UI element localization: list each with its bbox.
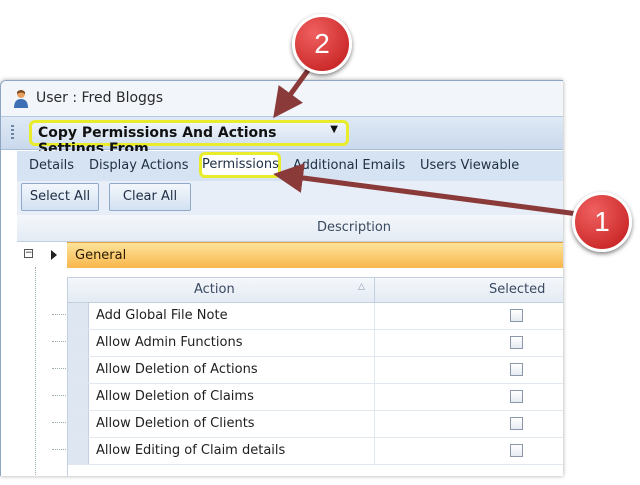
window-title: User : Fred Bloggs bbox=[36, 90, 164, 106]
group-bar: General bbox=[67, 242, 563, 268]
selected-checkbox[interactable] bbox=[510, 309, 523, 322]
toolbar-grip[interactable] bbox=[11, 125, 14, 141]
action-name: Allow Deletion of Actions bbox=[96, 362, 258, 377]
user-window: User : Fred Bloggs Copy Permissions And … bbox=[0, 80, 563, 476]
tree-branch bbox=[52, 395, 66, 396]
selected-checkbox[interactable] bbox=[510, 363, 523, 376]
column-divider bbox=[374, 411, 375, 437]
group-row-general[interactable]: − General bbox=[17, 242, 563, 268]
copy-settings-dropdown[interactable]: Copy Permissions And Actions Settings Fr… bbox=[29, 120, 349, 157]
description-column-header[interactable]: Description bbox=[17, 215, 563, 242]
row-indicator[interactable] bbox=[68, 411, 89, 437]
collapse-icon[interactable]: − bbox=[24, 249, 33, 258]
clear-all-button[interactable]: Clear All bbox=[109, 183, 191, 211]
action-name: Add Global File Note bbox=[96, 308, 228, 323]
annotation-marker-1: 1 bbox=[572, 192, 632, 252]
actions-grid: Action △ Selected Add Global File Note Al… bbox=[67, 277, 563, 476]
selected-checkbox[interactable] bbox=[510, 336, 523, 349]
table-row[interactable]: Allow Admin Functions bbox=[68, 330, 563, 357]
description-header-label: Description bbox=[317, 220, 392, 235]
tree-branch bbox=[52, 368, 66, 369]
column-divider bbox=[374, 330, 375, 356]
tree-branch bbox=[52, 314, 66, 315]
selected-checkbox[interactable] bbox=[510, 417, 523, 430]
tab-users-viewable[interactable]: Users Viewable bbox=[420, 158, 519, 173]
tab-permissions[interactable]: Permissions bbox=[199, 152, 281, 178]
action-name: Allow Admin Functions bbox=[96, 335, 243, 350]
chevron-down-icon: ▼ bbox=[330, 124, 338, 135]
column-divider bbox=[374, 357, 375, 383]
sort-ascending-icon: △ bbox=[358, 282, 365, 292]
tab-details[interactable]: Details bbox=[29, 158, 74, 173]
selected-checkbox[interactable] bbox=[510, 390, 523, 403]
column-divider bbox=[374, 384, 375, 410]
user-icon bbox=[14, 90, 28, 108]
column-divider bbox=[374, 438, 375, 464]
table-row[interactable]: Allow Deletion of Claims bbox=[68, 384, 563, 411]
actions-grid-header: Action △ Selected bbox=[68, 278, 563, 303]
row-indicator-icon bbox=[51, 250, 57, 260]
action-name: Allow Deletion of Claims bbox=[96, 389, 254, 404]
select-all-button[interactable]: Select All bbox=[21, 183, 99, 211]
row-indicator[interactable] bbox=[68, 357, 89, 383]
tab-additional-emails[interactable]: Additional Emails bbox=[293, 158, 405, 173]
table-row[interactable]: Add Global File Note bbox=[68, 303, 563, 330]
action-column-header[interactable]: Action bbox=[194, 282, 235, 297]
toolbar: Copy Permissions And Actions Settings Fr… bbox=[1, 116, 563, 157]
row-indicator[interactable] bbox=[68, 330, 89, 356]
table-row[interactable]: Allow Editing of Claim details bbox=[68, 438, 563, 465]
tree-branch bbox=[52, 449, 66, 450]
column-divider bbox=[374, 278, 375, 302]
title-bar: User : Fred Bloggs bbox=[1, 81, 563, 116]
annotation-marker-2: 2 bbox=[292, 14, 352, 74]
table-row[interactable]: Allow Deletion of Clients bbox=[68, 411, 563, 438]
selected-column-header[interactable]: Selected bbox=[489, 282, 545, 297]
row-indicator[interactable] bbox=[68, 384, 89, 410]
group-label: General bbox=[75, 248, 127, 263]
column-divider bbox=[374, 303, 375, 329]
tree-line bbox=[35, 267, 37, 476]
tab-bar: Details Display Actions Permissions Addi… bbox=[17, 151, 563, 182]
action-name: Allow Editing of Claim details bbox=[96, 443, 286, 458]
action-name: Allow Deletion of Clients bbox=[96, 416, 255, 431]
tab-display-actions[interactable]: Display Actions bbox=[89, 158, 189, 173]
tree-branch bbox=[52, 341, 66, 342]
row-indicator[interactable] bbox=[68, 438, 89, 464]
row-indicator[interactable] bbox=[68, 303, 89, 329]
table-row[interactable]: Allow Deletion of Actions bbox=[68, 357, 563, 384]
tree-branch bbox=[52, 422, 66, 423]
selected-checkbox[interactable] bbox=[510, 444, 523, 457]
selection-button-row: Select All Clear All bbox=[17, 181, 563, 215]
